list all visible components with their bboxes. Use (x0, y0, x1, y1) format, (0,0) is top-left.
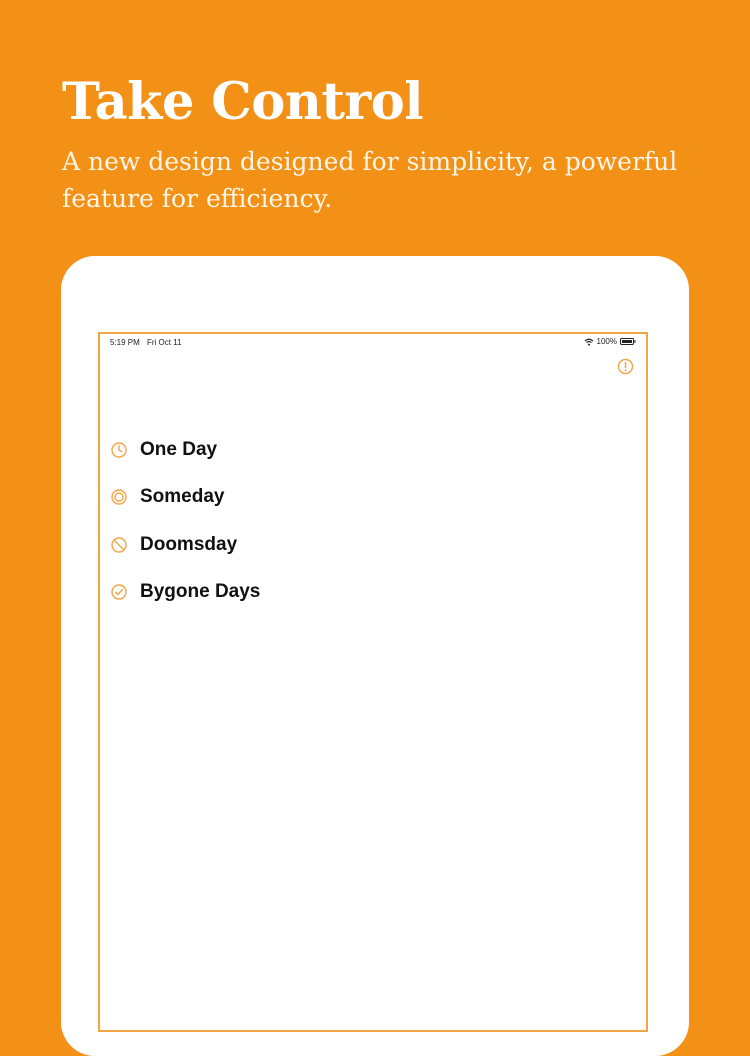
list-item-label: Someday (140, 486, 225, 508)
battery-icon (620, 338, 636, 345)
status-time: 5:19 PM (110, 338, 140, 347)
app-screen: 5:19 PM Fri Oct 11 100% One Day Someday … (98, 332, 648, 1032)
list-item-one-day[interactable]: One Day (110, 426, 260, 474)
headline: Take Control (62, 72, 424, 132)
status-date: Fri Oct 11 (147, 338, 182, 347)
battery-percent: 100% (596, 337, 617, 346)
list-item-doomsday[interactable]: Doomsday (110, 521, 260, 569)
target-icon (111, 489, 127, 505)
list-item-someday[interactable]: Someday (110, 474, 260, 522)
list-item-label: One Day (140, 438, 218, 460)
list-item-bygone-days[interactable]: Bygone Days (110, 569, 260, 617)
checkmark-circle-icon (111, 584, 127, 600)
list-item-label: Doomsday (140, 533, 238, 555)
wifi-icon (584, 338, 593, 346)
category-list: One Day Someday Doomsday Bygone Days (110, 426, 260, 616)
subheadline: A new design designed for simplicity, a … (62, 147, 678, 213)
status-bar: 5:19 PM Fri Oct 11 100% (100, 334, 646, 352)
status-indicators: 100% (584, 337, 636, 346)
info-icon[interactable] (617, 358, 634, 375)
clock-icon (111, 442, 127, 458)
list-item-label: Bygone Days (140, 581, 261, 603)
prohibited-icon (111, 537, 127, 553)
